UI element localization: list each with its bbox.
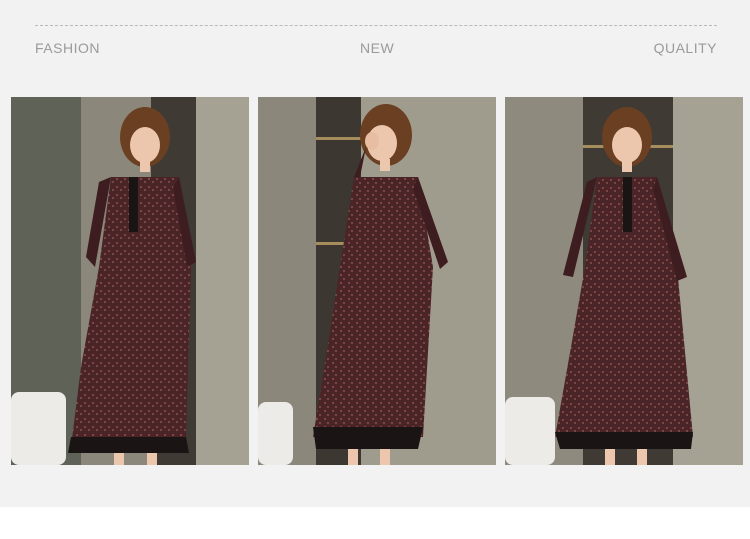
dashed-divider	[35, 25, 717, 26]
product-photo-2	[258, 97, 496, 465]
new-label: NEW	[360, 40, 395, 56]
product-photo-3	[505, 97, 743, 465]
product-banner: FASHION NEW QUALITY	[0, 0, 750, 507]
model-image-smiling	[505, 97, 743, 465]
quality-label: QUALITY	[653, 40, 717, 56]
fashion-label: FASHION	[35, 40, 100, 56]
product-photo-1	[11, 97, 249, 465]
model-image-front	[11, 97, 249, 465]
model-image-hand-raised	[258, 97, 496, 465]
